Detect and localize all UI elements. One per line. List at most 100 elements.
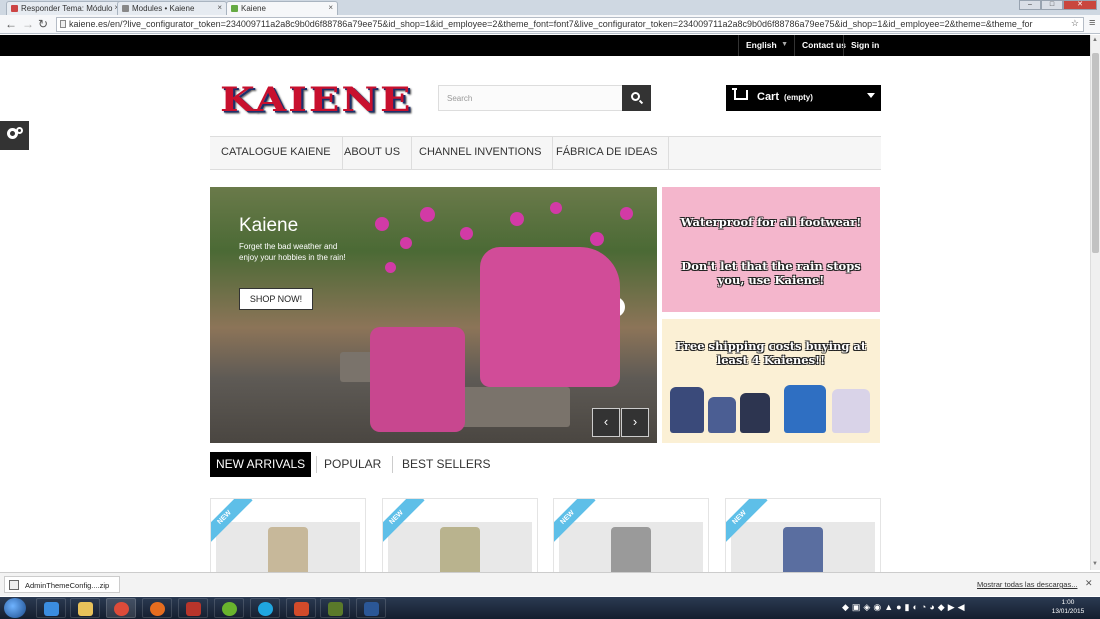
system-tray-icons[interactable]: ◆▣◈◉▲●▮◐◔◕◆▶◀ <box>842 602 968 613</box>
hero-title: Kaiene <box>239 215 299 236</box>
chrome-icon <box>114 602 129 616</box>
close-window-icon[interactable]: ✕ <box>1063 0 1097 10</box>
scrollbar-thumb[interactable] <box>1092 53 1099 253</box>
flower-shape <box>590 232 604 246</box>
slider-controls: ‹ › <box>592 408 650 437</box>
product-card[interactable]: NEW <box>725 498 881 578</box>
taskbar-utorrent[interactable] <box>214 598 244 618</box>
product-shape <box>783 527 823 577</box>
product-image[interactable] <box>216 522 360 577</box>
nav-item-fabrica-de-ideas[interactable]: FÁBRICA DE IDEAS <box>545 137 670 170</box>
nav-item-about-us[interactable]: ABOUT US <box>333 137 413 170</box>
bootie-shape <box>708 397 736 433</box>
hero-text: Forget the bad weather and enjoy your ho… <box>239 242 346 262</box>
product-image[interactable] <box>388 522 532 577</box>
maximize-icon[interactable]: □ <box>1041 0 1063 10</box>
flower-shape <box>420 207 435 222</box>
browser-menu-icon[interactable]: ≡ <box>1089 17 1095 29</box>
scroll-down-icon[interactable]: ▼ <box>1092 561 1098 567</box>
flower-shape <box>460 227 473 240</box>
browser-tab-active[interactable]: Kaiene × <box>226 1 338 15</box>
language-selector[interactable]: English ▼ <box>738 35 794 56</box>
app-icon <box>294 602 309 616</box>
taskbar-clock[interactable]: 1:00 13/01/2015 <box>1048 598 1088 616</box>
taskbar-explorer[interactable] <box>70 598 100 618</box>
taskbar-chrome[interactable] <box>106 598 136 618</box>
flower-shape <box>550 202 562 214</box>
taskbar-skype[interactable] <box>250 598 280 618</box>
theme-config-button[interactable] <box>0 121 29 150</box>
hero-slide-image[interactable]: Kaiene Forget the bad weather and enjoy … <box>210 187 657 443</box>
bootie-shape <box>670 387 704 433</box>
site-logo[interactable]: KAIENE <box>220 80 412 120</box>
taskbar-filezilla[interactable] <box>178 598 208 618</box>
bootie-shape <box>832 389 870 433</box>
scroll-up-icon[interactable]: ▲ <box>1092 37 1098 43</box>
slider-prev-icon[interactable]: ‹ <box>592 408 620 437</box>
waterproof-banner[interactable]: Waterproof for all footwear! Don't let t… <box>662 187 880 312</box>
skype-icon <box>258 602 273 616</box>
product-image[interactable] <box>559 522 703 577</box>
main-menu: CATALOGUE KAIENE ABOUT US CHANNEL INVENT… <box>210 136 881 170</box>
zip-file-icon <box>9 580 19 590</box>
rock-shape <box>450 387 570 427</box>
product-image[interactable] <box>731 522 875 577</box>
search-input[interactable]: Search <box>438 85 624 111</box>
url-text: kaiene.es/en/?live_configurator_token=23… <box>69 19 1033 29</box>
download-item[interactable]: AdminThemeConfig....zip <box>4 576 120 593</box>
pink-bag-shape <box>370 327 465 432</box>
taskbar-firefox[interactable] <box>142 598 172 618</box>
forward-icon[interactable]: → <box>22 17 34 31</box>
nav-item-catalogue[interactable]: CATALOGUE KAIENE <box>210 137 343 170</box>
minimize-icon[interactable]: – <box>1019 0 1041 10</box>
folder-icon <box>78 602 93 616</box>
back-icon[interactable]: ← <box>5 17 17 31</box>
cart-button[interactable]: Cart (empty) <box>726 85 881 111</box>
url-input[interactable]: kaiene.es/en/?live_configurator_token=23… <box>56 17 1084 32</box>
flower-shape <box>385 262 396 273</box>
taskbar-word[interactable] <box>356 598 386 618</box>
tab-title: Modules • Kaiene <box>132 4 195 13</box>
free-shipping-banner[interactable]: Free shipping costs buying at least 4 Ka… <box>662 319 880 443</box>
clock-date: 13/01/2015 <box>1051 608 1085 615</box>
page-icon <box>60 20 66 28</box>
product-card[interactable]: NEW <box>382 498 538 578</box>
product-card[interactable]: NEW <box>553 498 709 578</box>
product-shape <box>268 527 308 577</box>
flower-shape <box>510 212 524 226</box>
pink-bootie-shape <box>480 247 620 387</box>
taskbar-app[interactable] <box>286 598 316 618</box>
chevron-down-icon <box>867 93 875 98</box>
bookmark-star-icon[interactable]: ☆ <box>1071 18 1079 29</box>
dropbox-icon <box>44 602 59 616</box>
tab-popular[interactable]: POPULAR <box>318 452 387 477</box>
tab-new-arrivals[interactable]: NEW ARRIVALS <box>210 452 312 477</box>
close-tab-icon[interactable]: × <box>328 3 333 12</box>
bootie-shape <box>784 385 826 433</box>
close-download-bar-icon[interactable]: ✕ <box>1085 578 1093 589</box>
tab-best-sellers[interactable]: BEST SELLERS <box>396 452 497 477</box>
page-scrollbar[interactable]: ▲ ▼ <box>1090 35 1100 570</box>
tab-divider <box>316 456 317 473</box>
search-button[interactable] <box>622 85 651 111</box>
banner-text: Don't let that the rain stops you, use K… <box>681 259 861 287</box>
utorrent-icon <box>222 602 237 616</box>
reload-icon[interactable]: ↻ <box>38 17 48 31</box>
show-all-downloads-link[interactable]: Mostrar todas las descargas... <box>977 580 1077 589</box>
product-card[interactable]: NEW <box>210 498 366 578</box>
word-icon <box>364 602 379 616</box>
favicon-icon <box>122 5 129 12</box>
taskbar-dropbox[interactable] <box>36 598 66 618</box>
shop-now-button[interactable]: SHOP NOW! <box>239 288 313 310</box>
slider-next-icon[interactable]: › <box>621 408 649 437</box>
flower-shape <box>400 237 412 249</box>
browser-tab[interactable]: Modules • Kaiene × <box>117 1 227 15</box>
browser-tab[interactable]: Responder Tema: Módulo × <box>6 1 124 15</box>
nav-item-channel-inventions[interactable]: CHANNEL INVENTIONS <box>408 137 554 170</box>
sign-in-link[interactable]: Sign in <box>843 35 886 56</box>
taskbar-dreamweaver[interactable] <box>320 598 350 618</box>
start-button-icon[interactable] <box>4 598 26 618</box>
favicon-icon <box>231 5 238 12</box>
tab-divider <box>392 456 393 473</box>
close-tab-icon[interactable]: × <box>217 3 222 12</box>
